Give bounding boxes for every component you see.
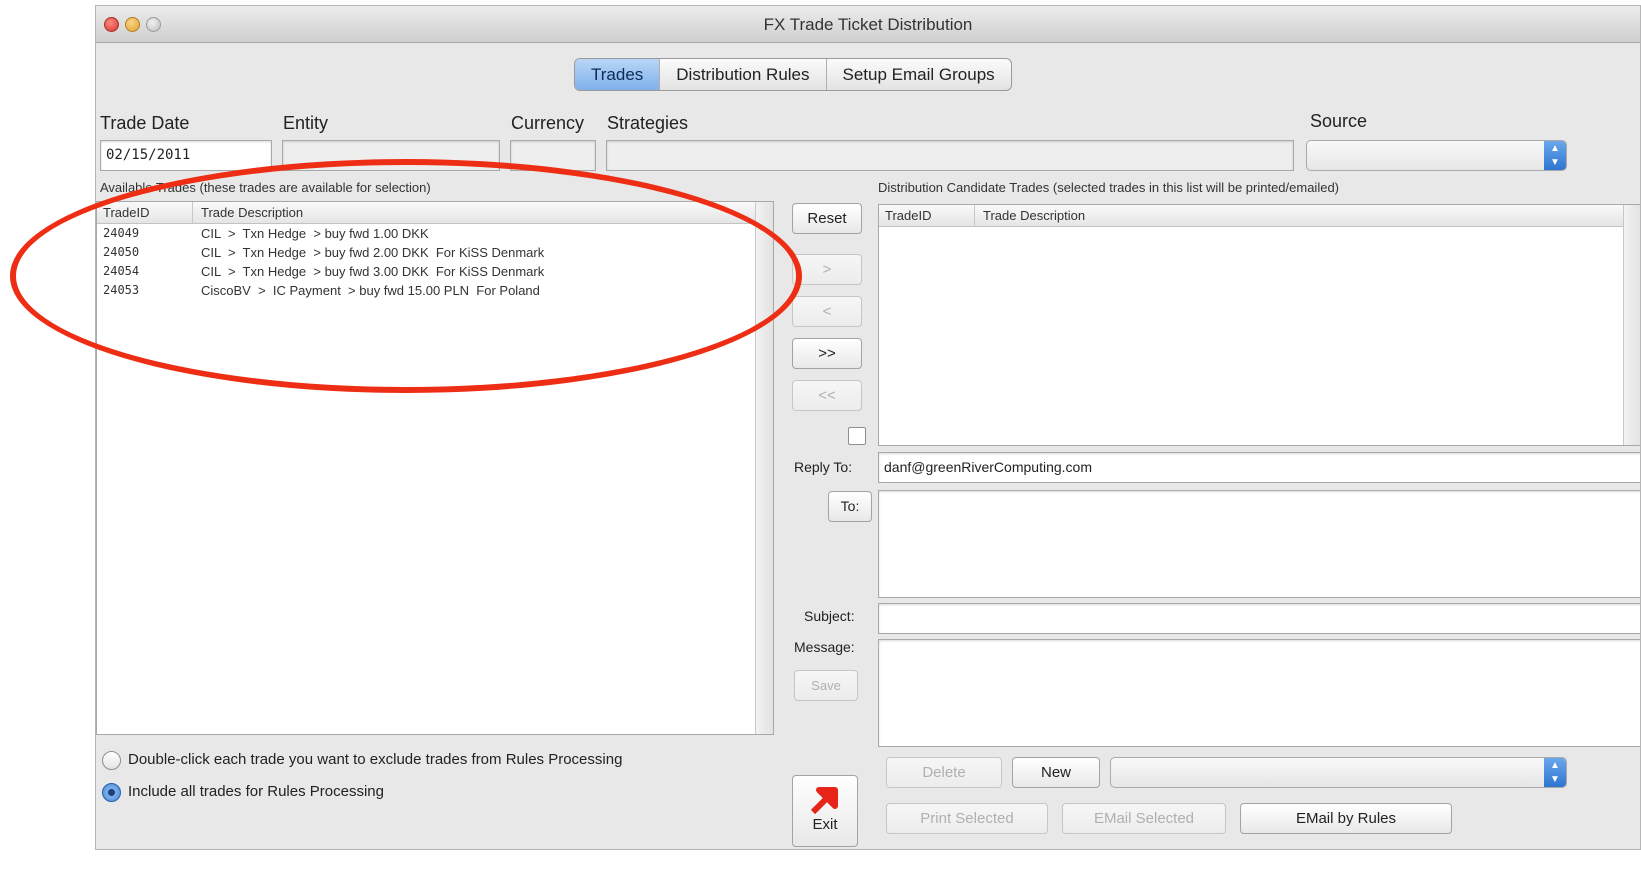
trade-description-cell: CIL > Txn Hedge > buy fwd 2.00 DKK For K…	[201, 245, 545, 260]
currency-label: Currency	[511, 113, 585, 133]
column-header-tradeid[interactable]: TradeID	[97, 202, 193, 223]
trade-id-cell: 24053	[103, 283, 140, 297]
tab-distribution-rules[interactable]: Distribution Rules	[660, 59, 827, 90]
app-window: FX Trade Ticket Distribution Trades Dist…	[95, 5, 1641, 850]
strategies-label: Strategies	[607, 113, 689, 133]
move-all-right-button[interactable]: >>	[792, 338, 862, 369]
candidate-trades-caption: Distribution Candidate Trades (selected …	[878, 180, 1339, 195]
column-header-tradeid[interactable]: TradeID	[879, 205, 975, 226]
move-left-button[interactable]: <	[792, 296, 862, 327]
move-right-button[interactable]: >	[792, 254, 862, 285]
table-row[interactable]: 24054 CIL > Txn Hedge > buy fwd 3.00 DKK…	[97, 262, 773, 281]
include-all-trades-label: Include all trades for Rules Processing	[128, 783, 384, 800]
available-trades-list[interactable]: TradeID Trade Description 24049 CIL > Tx…	[96, 201, 774, 735]
tab-trades[interactable]: Trades	[575, 59, 661, 90]
entity-label: Entity	[283, 113, 329, 133]
tab-setup-email-groups[interactable]: Setup Email Groups	[827, 59, 1011, 90]
title-bar: FX Trade Ticket Distribution	[96, 6, 1640, 43]
candidate-list-scrollbar[interactable]	[1623, 205, 1640, 445]
window-title: FX Trade Ticket Distribution	[763, 15, 973, 34]
available-list-scrollbar[interactable]	[755, 202, 773, 734]
email-by-rules-button[interactable]: EMail by Rules	[1240, 803, 1452, 834]
option-checkbox[interactable]	[848, 427, 866, 445]
strategies-field[interactable]	[606, 140, 1294, 171]
available-list-header: TradeID Trade Description	[97, 202, 773, 224]
trade-date-field[interactable]: 02/15/2011	[100, 140, 272, 171]
subject-field[interactable]	[878, 603, 1640, 634]
message-label: Message:	[794, 639, 855, 655]
move-all-left-button[interactable]: <<	[792, 380, 862, 411]
available-trades-caption: Available Trades (these trades are avail…	[100, 180, 431, 195]
exclude-trades-label: Double-click each trade you want to excl…	[128, 751, 623, 768]
trade-description-cell: CiscoBV > IC Payment > buy fwd 15.00 PLN…	[201, 283, 540, 298]
to-button[interactable]: To:	[828, 491, 872, 522]
exit-button[interactable]: Exit	[792, 775, 858, 847]
source-label: Source	[1310, 111, 1368, 131]
subject-label: Subject:	[804, 608, 855, 624]
include-all-trades-radio[interactable]	[102, 783, 121, 802]
reset-button[interactable]: Reset	[792, 203, 862, 234]
delete-button[interactable]: Delete	[886, 757, 1002, 788]
currency-field[interactable]	[510, 140, 596, 171]
message-field[interactable]	[878, 639, 1640, 747]
column-header-description[interactable]: Trade Description	[193, 202, 773, 223]
reply-to-label: Reply To:	[794, 459, 853, 475]
email-selected-button[interactable]: EMail Selected	[1062, 803, 1226, 834]
save-button[interactable]: Save	[794, 670, 858, 701]
trade-id-cell: 24050	[103, 245, 140, 259]
candidate-list-header: TradeID Trade Description	[879, 205, 1640, 227]
candidate-trades-list[interactable]: TradeID Trade Description	[878, 204, 1640, 446]
trade-description-cell: CIL > Txn Hedge > buy fwd 1.00 DKK	[201, 226, 429, 241]
table-row[interactable]: 24049 CIL > Txn Hedge > buy fwd 1.00 DKK	[97, 224, 773, 243]
exit-arrow-icon	[810, 787, 838, 815]
exit-label: Exit	[812, 816, 838, 833]
select-arrows-icon: ▲ ▼	[1544, 141, 1566, 170]
print-selected-button[interactable]: Print Selected	[886, 803, 1048, 834]
trade-id-cell: 24054	[103, 264, 140, 278]
to-recipients-field[interactable]	[878, 490, 1640, 598]
source-select[interactable]: ▲ ▼	[1306, 140, 1567, 171]
table-row[interactable]: 24050 CIL > Txn Hedge > buy fwd 2.00 DKK…	[97, 243, 773, 262]
trade-date-label: Trade Date	[100, 113, 190, 133]
new-button[interactable]: New	[1012, 757, 1100, 788]
email-group-select[interactable]: ▲ ▼	[1110, 757, 1567, 788]
select-arrows-icon: ▲ ▼	[1544, 758, 1566, 787]
tab-bar: Trades Distribution Rules Setup Email Gr…	[574, 58, 1012, 91]
column-header-description[interactable]: Trade Description	[975, 205, 1640, 226]
trade-description-cell: CIL > Txn Hedge > buy fwd 3.00 DKK For K…	[201, 264, 545, 279]
trade-id-cell: 24049	[103, 226, 140, 240]
exclude-trades-radio[interactable]	[102, 751, 121, 770]
table-row[interactable]: 24053 CiscoBV > IC Payment > buy fwd 15.…	[97, 281, 773, 300]
entity-field[interactable]	[282, 140, 500, 171]
reply-to-field[interactable]: danf@greenRiverComputing.com	[878, 452, 1640, 483]
